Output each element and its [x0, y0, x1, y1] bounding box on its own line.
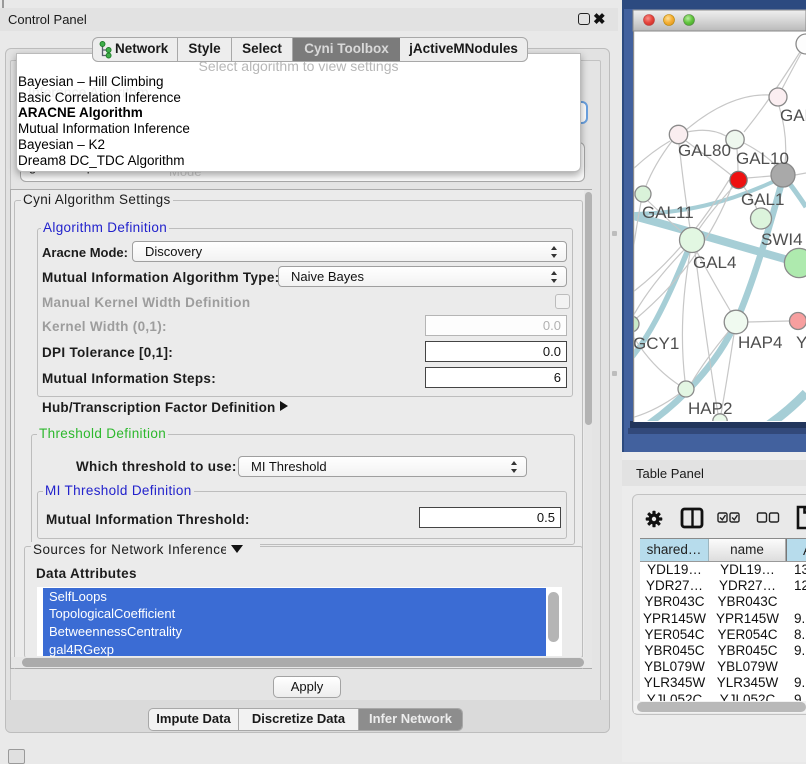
svg-text:GAL4: GAL4	[693, 253, 736, 272]
svg-text:HAP4: HAP4	[738, 333, 782, 352]
svg-text:GCY1: GCY1	[633, 334, 679, 353]
svg-text:GAL2: GAL2	[780, 106, 806, 125]
svg-text:SWI4: SWI4	[761, 230, 803, 249]
svg-text:GAL10: GAL10	[736, 149, 789, 168]
svg-text:GAL11: GAL11	[642, 203, 694, 222]
svg-text:Y: Y	[796, 333, 806, 352]
svg-text:GAL80: GAL80	[678, 141, 731, 160]
svg-text:HAP2: HAP2	[688, 399, 732, 418]
svg-text:GAL1: GAL1	[741, 190, 784, 209]
